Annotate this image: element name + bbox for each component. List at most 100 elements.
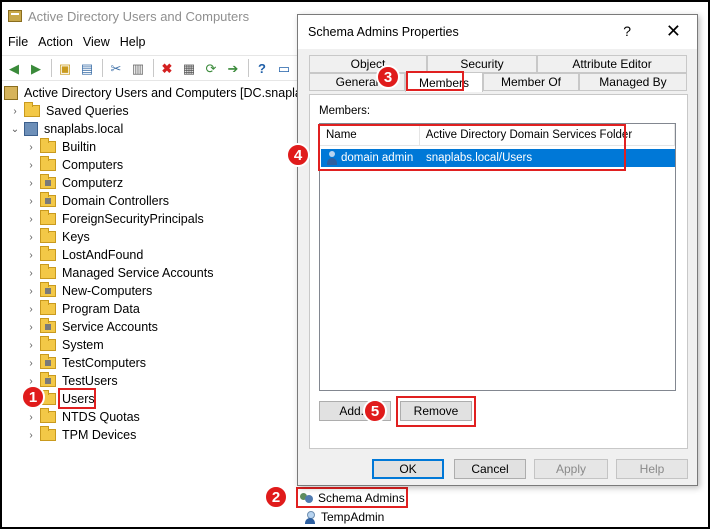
chevron-right-icon[interactable]: › <box>26 430 36 441</box>
chevron-right-icon[interactable]: › <box>26 340 36 351</box>
callout-box-remove-button <box>396 396 476 427</box>
result-row-temp-admin[interactable]: TempAdmin <box>304 509 384 525</box>
help-button[interactable]: Help <box>616 459 688 479</box>
ou-folder-icon <box>40 318 56 333</box>
chevron-right-icon[interactable]: › <box>26 286 36 297</box>
tree-item-foreign-security-principals[interactable]: › ForeignSecurityPrincipals <box>26 210 204 228</box>
folder-icon <box>40 228 56 243</box>
help-icon[interactable]: ? <box>252 58 272 78</box>
cancel-button[interactable]: Cancel <box>454 459 526 479</box>
tab-member-of[interactable]: Member Of <box>483 73 579 91</box>
tree-item-domain[interactable]: ⌄ snaplabs.local <box>10 120 123 138</box>
tree-item-tpm-devices[interactable]: › TPM Devices <box>26 426 136 444</box>
tree-item-label: Managed Service Accounts <box>62 266 214 280</box>
tree-item-test-computers[interactable]: › TestComputers <box>26 354 146 372</box>
console-icon[interactable]: ▭ <box>274 58 294 78</box>
forward-arrow-icon[interactable]: ▶ <box>26 58 46 78</box>
tree-item-label: NTDS Quotas <box>62 410 140 424</box>
tab-label: Security <box>460 57 504 71</box>
dialog-titlebar: Schema Admins Properties <box>298 15 697 49</box>
tree-item-label: ForeignSecurityPrincipals <box>62 212 204 226</box>
chevron-down-icon[interactable]: ⌄ <box>10 124 20 135</box>
tree-item-keys[interactable]: › Keys <box>26 228 90 246</box>
folder-icon <box>40 210 56 225</box>
domain-icon <box>24 122 38 136</box>
tree-item-system[interactable]: › System <box>26 336 104 354</box>
up-folder-icon[interactable]: ▣ <box>55 58 75 78</box>
tab-attribute-editor[interactable]: Attribute Editor <box>537 55 687 73</box>
delete-icon[interactable]: ✖ <box>157 58 177 78</box>
menu-view[interactable]: View <box>81 35 118 49</box>
clipboard-icon[interactable]: ▥ <box>128 58 148 78</box>
tab-managed-by[interactable]: Managed By <box>579 73 687 91</box>
tree-item-lost-and-found[interactable]: › LostAndFound <box>26 246 143 264</box>
tree-item-service-accounts[interactable]: › Service Accounts <box>26 318 158 336</box>
folder-icon <box>40 336 56 351</box>
callout-badge-3: 3 <box>376 65 400 89</box>
chevron-right-icon[interactable]: › <box>26 358 36 369</box>
callout-box-users <box>58 388 96 409</box>
chevron-right-icon[interactable]: › <box>26 250 36 261</box>
callout-badge-5: 5 <box>363 399 387 423</box>
chevron-right-icon[interactable]: › <box>10 106 20 117</box>
menu-help[interactable]: Help <box>118 35 154 49</box>
folder-icon <box>40 300 56 315</box>
tree-item-new-computers[interactable]: › New-Computers <box>26 282 152 300</box>
menu-file[interactable]: File <box>6 35 36 49</box>
menu-action[interactable]: Action <box>36 35 81 49</box>
chevron-right-icon[interactable]: › <box>26 142 36 153</box>
chevron-right-icon[interactable]: › <box>26 268 36 279</box>
toolbar: ◀ ▶ ▣ ▤ ✂ ▥ ✖ ▦ ⟳ ➔ ? ▭ <box>2 55 302 81</box>
menu-bar: File Action View Help <box>2 32 154 52</box>
apply-button[interactable]: Apply <box>534 459 608 479</box>
properties-icon[interactable]: ▦ <box>179 58 199 78</box>
aduc-app-icon <box>8 10 22 22</box>
tree-root[interactable]: Active Directory Users and Computers [DC… <box>4 84 309 102</box>
folder-icon <box>40 408 56 423</box>
back-arrow-icon[interactable]: ◀ <box>4 58 24 78</box>
folder-icon <box>24 102 40 117</box>
tree-item-label: TestComputers <box>62 356 147 370</box>
chevron-right-icon[interactable]: › <box>26 322 36 333</box>
folder-icon <box>40 426 56 441</box>
tree-item-label: New-Computers <box>62 284 153 298</box>
members-label: Members: <box>319 105 371 117</box>
tree-item-label: TestUsers <box>62 374 118 388</box>
chevron-right-icon[interactable]: › <box>26 304 36 315</box>
chevron-right-icon[interactable]: › <box>26 196 36 207</box>
tab-label: General <box>335 75 379 89</box>
show-pane-icon[interactable]: ▤ <box>77 58 97 78</box>
folder-icon <box>40 264 56 279</box>
dialog-title: Schema Admins Properties <box>308 25 459 39</box>
chevron-right-icon[interactable]: › <box>26 232 36 243</box>
toolbar-separator <box>153 59 154 77</box>
chevron-right-icon[interactable]: › <box>26 178 36 189</box>
tree-item-ntds-quotas[interactable]: › NTDS Quotas <box>26 408 140 426</box>
close-icon[interactable]: ✕ <box>666 21 681 42</box>
tree-item-builtin[interactable]: › Builtin <box>26 138 96 156</box>
folder-icon <box>40 246 56 261</box>
ou-folder-icon <box>40 354 56 369</box>
aduc-root-icon <box>4 86 18 100</box>
refresh-icon[interactable]: ⟳ <box>201 58 221 78</box>
ok-button[interactable]: OK <box>372 459 444 479</box>
members-panel: Members: Name Active Directory Domain Se… <box>309 94 688 449</box>
tree-item-computers[interactable]: › Computers <box>26 156 123 174</box>
tree-item-saved-queries[interactable]: › Saved Queries <box>10 102 129 120</box>
help-icon[interactable]: ? <box>623 23 631 39</box>
tree-item-managed-service-accounts[interactable]: › Managed Service Accounts <box>26 264 213 282</box>
cut-icon[interactable]: ✂ <box>106 58 126 78</box>
chevron-right-icon[interactable]: › <box>26 412 36 423</box>
chevron-right-icon[interactable]: › <box>26 214 36 225</box>
tree-item-label: TPM Devices <box>62 428 137 442</box>
tree-item-domain-controllers[interactable]: › Domain Controllers <box>26 192 169 210</box>
user-icon <box>304 510 316 524</box>
tree-item-program-data[interactable]: › Program Data <box>26 300 140 318</box>
tree-item-computerz[interactable]: › Computerz <box>26 174 123 192</box>
window-title: Active Directory Users and Computers <box>28 8 250 24</box>
export-icon[interactable]: ➔ <box>223 58 243 78</box>
button-label: Cancel <box>471 462 509 476</box>
tree-item-label: Keys <box>62 230 90 244</box>
tab-label: Member Of <box>500 75 561 89</box>
chevron-right-icon[interactable]: › <box>26 160 36 171</box>
